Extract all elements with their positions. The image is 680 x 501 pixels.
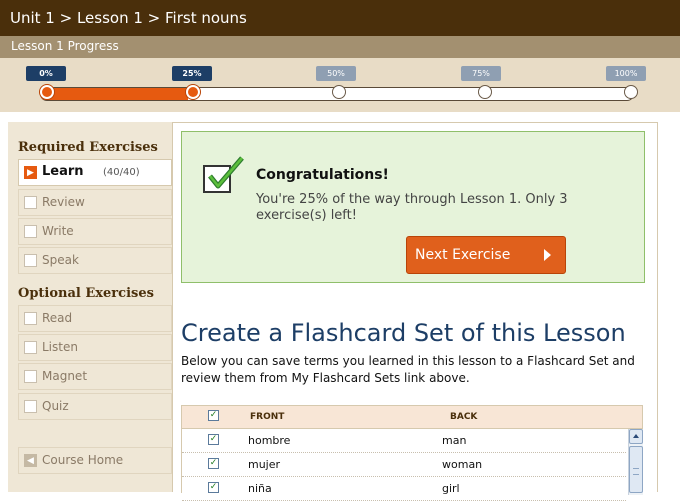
back-cell: man (442, 434, 467, 447)
progress-fill (40, 88, 188, 100)
sidebar-item-write[interactable]: Write (18, 218, 172, 245)
progress-dot-0 (40, 85, 54, 99)
sidebar-item-quiz[interactable]: Quiz (18, 393, 172, 420)
select-all-checkbox[interactable]: ✓ (208, 410, 219, 421)
flashcard-table: ✓ FRONT BACK ✓ hombre man ✓ mujer woman … (181, 405, 643, 501)
main-panel: Congratulations! You're 25% of the way t… (172, 122, 658, 501)
next-exercise-button[interactable]: Next Exercise (406, 236, 566, 274)
sidebar-item-label: Quiz (42, 399, 69, 413)
sidebar-item-speak[interactable]: Speak (18, 247, 172, 274)
progress-dot-75 (478, 85, 492, 99)
progress-dot-100 (624, 85, 638, 99)
marker-25: 25% (172, 66, 212, 81)
flashcard-description: Below you can save terms you learned in … (181, 354, 635, 385)
sidebar-item-label: Listen (42, 340, 78, 354)
congratulations-box: Congratulations! You're 25% of the way t… (181, 131, 645, 283)
progress-header: Lesson 1 Progress (0, 36, 680, 58)
front-cell: mujer (248, 458, 281, 471)
next-exercise-label: Next Exercise (415, 247, 511, 263)
front-cell: hombre (248, 434, 291, 447)
checkbox-icon (24, 254, 37, 267)
marker-50: 50% (316, 66, 356, 81)
required-exercises-heading: Required Exercises (18, 140, 158, 155)
back-cell: girl (442, 482, 460, 495)
checkbox-icon (24, 225, 37, 238)
sidebar: Required Exercises ▶ Learn (40/40) Revie… (8, 122, 172, 492)
checkbox-icon (24, 312, 37, 325)
table-scrollbar[interactable] (628, 429, 643, 495)
play-arrow-icon (544, 249, 551, 261)
scroll-thumb[interactable] (629, 446, 643, 493)
breadcrumb-bar: Unit 1 > Lesson 1 > First nouns (0, 0, 680, 36)
optional-exercises-heading: Optional Exercises (18, 286, 154, 301)
sidebar-item-label: Magnet (42, 369, 88, 383)
course-home-button[interactable]: ◀ Course Home (18, 447, 172, 474)
sidebar-item-label: Speak (42, 253, 79, 267)
col-front: FRONT (250, 412, 285, 422)
sidebar-item-label: Review (42, 195, 85, 209)
grip-icon (633, 468, 639, 475)
front-cell: niña (248, 482, 272, 495)
sidebar-item-label: Read (42, 311, 73, 325)
sidebar-item-label: Learn (42, 164, 84, 179)
checkbox-icon (24, 341, 37, 354)
checkbox-icon (24, 370, 37, 383)
marker-75: 75% (461, 66, 501, 81)
congrats-title: Congratulations! (256, 167, 389, 183)
col-back: BACK (450, 412, 478, 422)
table-row: ✓ mujer woman (182, 453, 626, 477)
row-checkbox[interactable]: ✓ (208, 458, 219, 469)
arrow-left-icon: ◀ (24, 454, 37, 467)
table-header: ✓ FRONT BACK (182, 406, 642, 429)
scroll-up-icon[interactable] (629, 429, 643, 444)
progress-title: Lesson 1 Progress (11, 39, 119, 53)
arrow-right-icon: ▶ (24, 166, 37, 179)
congrats-message: You're 25% of the way through Lesson 1. … (256, 192, 568, 223)
marker-100: 100% (606, 66, 646, 81)
checkbox-icon (24, 400, 37, 413)
sidebar-item-listen[interactable]: Listen (18, 334, 172, 361)
table-row: ✓ niña girl (182, 477, 626, 501)
progress-dot-50 (332, 85, 346, 99)
table-row: ✓ hombre man (182, 429, 626, 453)
row-checkbox[interactable]: ✓ (208, 482, 219, 493)
sidebar-item-review[interactable]: Review (18, 189, 172, 216)
flashcard-title: Create a Flashcard Set of this Lesson (181, 319, 626, 347)
sidebar-item-read[interactable]: Read (18, 305, 172, 332)
progress-dot-25 (186, 85, 200, 99)
back-cell: woman (442, 458, 483, 471)
checkmark-icon (203, 156, 244, 193)
checkbox-icon (24, 196, 37, 209)
sidebar-item-learn[interactable]: ▶ Learn (40/40) (18, 159, 172, 186)
marker-0: 0% (26, 66, 66, 81)
sidebar-item-label: Write (42, 224, 74, 238)
course-home-label: Course Home (42, 453, 124, 467)
breadcrumb: Unit 1 > Lesson 1 > First nouns (10, 9, 247, 27)
learn-count: (40/40) (103, 167, 140, 178)
row-checkbox[interactable]: ✓ (208, 434, 219, 445)
sidebar-item-magnet[interactable]: Magnet (18, 363, 172, 390)
